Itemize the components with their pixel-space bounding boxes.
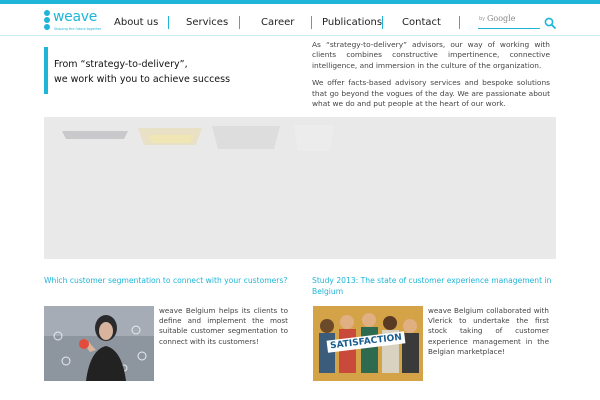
nav-item-contact[interactable]: Contact xyxy=(402,17,441,28)
hero-line-1: From “strategy-to-delivery”, xyxy=(54,59,188,70)
article-image-segmentation[interactable] xyxy=(44,306,154,381)
search-input[interactable]: by Google xyxy=(478,13,540,29)
nav-item-publications[interactable]: Publications xyxy=(322,17,382,28)
nav-item-career[interactable]: Career xyxy=(261,17,294,28)
nav-separator xyxy=(382,16,383,29)
article-text-study-2013: weave Belgium collaborated with Vlerick … xyxy=(428,306,549,356)
google-wordmark: Google xyxy=(487,14,516,23)
nav-separator xyxy=(239,16,240,29)
nav-separator xyxy=(459,16,460,29)
nav-separator xyxy=(168,16,169,29)
hero-line-2: we work with you to achieve success xyxy=(54,74,231,85)
article-image-study-2013[interactable]: SATISFACTION xyxy=(313,306,423,381)
intro-paragraph-2: We offer facts-based advisory services a… xyxy=(312,78,550,109)
nav-separator xyxy=(311,16,312,29)
nav-item-about-us[interactable]: About us xyxy=(114,17,158,28)
article-title-study-2013[interactable]: Study 2013: The state of customer experi… xyxy=(312,275,556,297)
banner-decoration xyxy=(62,125,334,151)
logo-tagline: Shaping the future together xyxy=(54,27,102,31)
intro-paragraph-1: As “strategy-to-delivery” advisors, our … xyxy=(312,40,550,70)
site-header: weave Shaping the future together About … xyxy=(0,4,600,36)
intro-text: As “strategy-to-delivery” advisors, our … xyxy=(312,40,550,116)
logo-wordmark: weave xyxy=(53,9,98,25)
hero-banner xyxy=(44,117,556,259)
article-title-segmentation[interactable]: Which customer segmentation to connect w… xyxy=(44,275,294,286)
weave-logo[interactable]: weave Shaping the future together xyxy=(43,9,101,35)
nav-item-services[interactable]: Services xyxy=(186,17,228,28)
hero-quote: From “strategy-to-delivery”, we work wit… xyxy=(44,47,244,94)
search-by-label: by xyxy=(479,16,486,22)
logo-dots-icon xyxy=(43,10,53,30)
article-text-segmentation: weave Belgium helps its clients to defin… xyxy=(159,306,288,346)
search-icon[interactable] xyxy=(544,14,556,29)
